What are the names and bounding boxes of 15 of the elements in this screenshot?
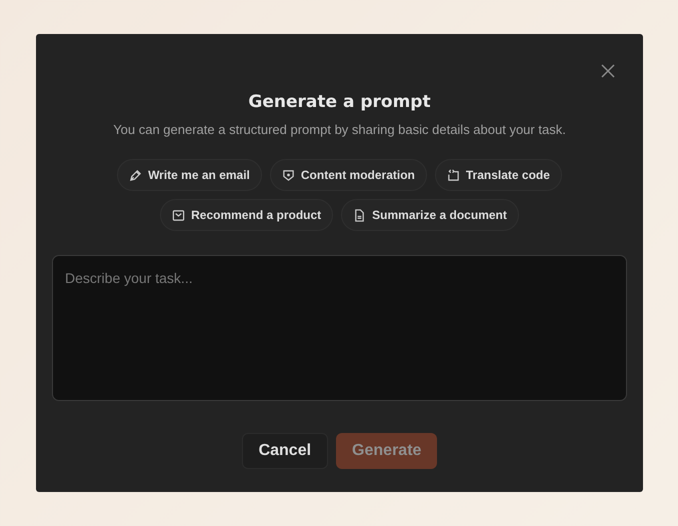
cancel-button[interactable]: Cancel bbox=[242, 433, 328, 469]
suggestion-chip[interactable]: Recommend a product bbox=[160, 199, 334, 231]
dialog-title: Generate a prompt bbox=[248, 92, 431, 112]
suggestion-chip[interactable]: Summarize a document bbox=[341, 199, 519, 231]
task-input-field[interactable]: Describe your task... bbox=[52, 255, 627, 401]
suggestion-chip[interactable]: Write me an email bbox=[117, 159, 262, 191]
tray-icon bbox=[172, 208, 186, 222]
close-icon[interactable] bbox=[601, 64, 615, 78]
dialog-subtitle: You can generate a structured prompt by sharing basic details about your task. bbox=[113, 122, 566, 137]
code-icon bbox=[446, 168, 460, 182]
document-icon bbox=[353, 208, 366, 222]
suggestion-chip[interactable]: Translate code bbox=[434, 159, 562, 191]
suggestion-chip[interactable]: Content moderation bbox=[270, 159, 427, 191]
pen-icon bbox=[129, 168, 142, 182]
shield-icon bbox=[282, 168, 295, 182]
